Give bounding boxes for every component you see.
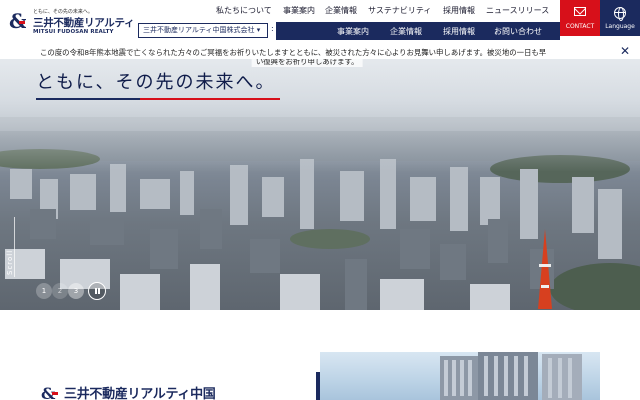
nav-sustainability[interactable]: サステナビリティ xyxy=(368,5,431,16)
logo-name-en: MITSUI FUDOSAN REALTY xyxy=(33,29,114,35)
slide-dot-3[interactable]: 3 xyxy=(68,283,84,299)
hero-underline-blue xyxy=(36,98,140,100)
contact-button[interactable]: CONTACT xyxy=(560,0,600,36)
nav-business[interactable]: 事業案内 xyxy=(283,5,315,16)
earthquake-notice: この度の令和8年熊本地震で亡くなられた方々のご冥福をお祈りいたしますとともに、被… xyxy=(0,44,640,59)
pause-icon[interactable] xyxy=(88,282,106,300)
hero-catchcopy: ともに、その先の未来へ。 xyxy=(36,72,276,93)
language-button[interactable]: Language xyxy=(600,0,640,36)
scroll-label: Scroll xyxy=(6,249,14,275)
nav-company[interactable]: 企業情報 xyxy=(325,5,357,16)
contact-label: CONTACT xyxy=(565,23,595,30)
mail-icon xyxy=(574,7,586,16)
company-select[interactable]: 三井不動産リアルティ中国株式会社 ▾ xyxy=(138,23,268,38)
nav-news[interactable]: ニュースリリース xyxy=(486,5,549,16)
select-separator: : xyxy=(271,24,274,33)
building-illustration xyxy=(440,352,582,400)
site-header: & ともに、その先の未来へ。 三井不動産リアルティ MITSUI FUDOSAN… xyxy=(0,0,640,44)
ampersand-logo-icon: & xyxy=(9,10,26,32)
subnav-company[interactable]: 企業情報 xyxy=(390,26,422,37)
ampersand-logo-icon: & xyxy=(41,384,58,400)
scroll-indicator-line xyxy=(14,217,15,277)
nav-about[interactable]: 私たちについて xyxy=(216,5,272,16)
subnav-contact[interactable]: お問い合わせ xyxy=(494,26,542,37)
logo-tagline: ともに、その先の未来へ。 xyxy=(33,9,93,15)
hero-slider: い復興をお祈り申しあげます。 ともに、その先の未来へ。 Scroll 1 2 3 xyxy=(0,59,640,310)
hero-underline-red xyxy=(140,98,280,100)
slide-dot-1[interactable]: 1 xyxy=(36,283,52,299)
subnav-business[interactable]: 事業案内 xyxy=(337,26,369,37)
globe-icon xyxy=(614,7,626,21)
page: & ともに、その先の未来へ。 三井不動産リアルティ MITSUI FUDOSAN… xyxy=(0,0,640,400)
subnav-recruit[interactable]: 採用情報 xyxy=(443,26,475,37)
city-aerial-photo xyxy=(0,59,640,310)
nav-recruit[interactable]: 採用情報 xyxy=(443,5,475,16)
notice-continuation: い復興をお祈り申しあげます。 xyxy=(251,59,363,67)
building-photo xyxy=(320,352,600,400)
site-logo[interactable]: & ともに、その先の未来へ。 三井不動産リアルティ MITSUI FUDOSAN… xyxy=(8,6,135,38)
company-heading: & 三井不動産リアルティ中国 xyxy=(40,383,240,400)
company-name: 三井不動産リアルティ中国 xyxy=(64,387,216,400)
logo-name-ja: 三井不動産リアルティ xyxy=(33,17,135,29)
notice-text: この度の令和8年熊本地震で亡くなられた方々のご冥福をお祈りいたしますとともに、被… xyxy=(40,48,547,57)
slide-dot-2[interactable]: 2 xyxy=(52,283,68,299)
close-icon[interactable]: ✕ xyxy=(620,45,630,57)
language-label: Language xyxy=(605,23,635,30)
